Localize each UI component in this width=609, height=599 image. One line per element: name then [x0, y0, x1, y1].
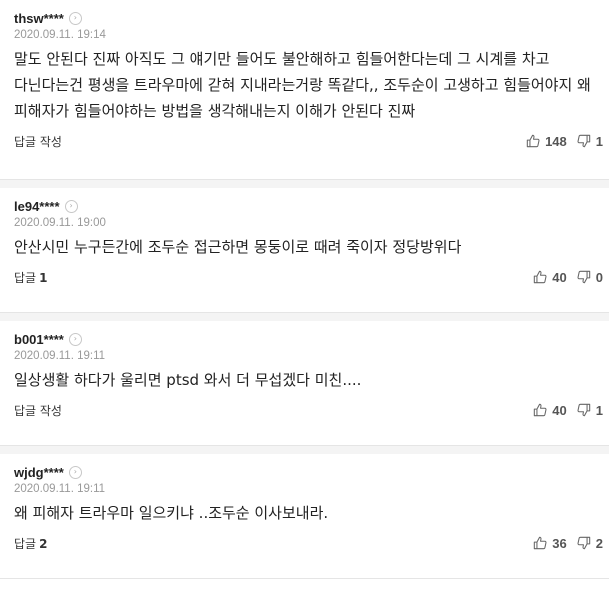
comment-author[interactable]: le94**** [14, 199, 60, 214]
comment-header: thsw**** › [14, 10, 603, 26]
dislike-button[interactable]: 2 [577, 536, 603, 551]
reply-button[interactable]: 답글 1 [14, 269, 47, 286]
reply-button[interactable]: 답글 작성 [14, 402, 65, 419]
dislike-count: 0 [595, 269, 603, 285]
thumbs-down-icon [577, 134, 590, 148]
reply-label: 답글 [14, 270, 37, 285]
thumbs-up-icon [534, 270, 547, 284]
comment-header: wjdg**** › [14, 464, 603, 480]
thumbs-down-icon [577, 403, 590, 417]
chevron-right-icon[interactable]: › [68, 11, 82, 25]
chevron-right-icon[interactable]: › [64, 199, 78, 213]
comment-footer: 답글 작성 40 1 [14, 399, 603, 421]
comment-list: thsw**** › 2020.09.11. 19:14 말도 안된다 진짜 아… [0, 0, 609, 579]
dislike-button[interactable]: 1 [577, 134, 603, 149]
comment-item: b001**** › 2020.09.11. 19:11 일상생활 하다가 울리… [0, 313, 609, 446]
comment-timestamp: 2020.09.11. 19:11 [14, 483, 106, 495]
thumbs-up-icon [534, 403, 547, 417]
dislike-count: 2 [595, 535, 603, 551]
dislike-count: 1 [595, 402, 603, 418]
comment-footer: 답글 1 40 0 [14, 266, 603, 288]
reply-button[interactable]: 답글 작성 [14, 133, 65, 150]
comment-timestamp: 2020.09.11. 19:14 [14, 29, 106, 41]
like-button[interactable]: 148 [526, 134, 567, 149]
thumbs-up-icon [534, 536, 547, 550]
comment-timestamp: 2020.09.11. 19:00 [14, 217, 106, 229]
comment-body: 안산시민 누구든간에 조두순 접근하면 몽둥이로 때려 죽이자 정당방위다 [14, 238, 462, 256]
reply-count: 1 [39, 270, 48, 285]
like-count: 36 [552, 535, 567, 551]
like-count: 148 [545, 133, 567, 149]
vote-group: 148 1 [516, 134, 603, 149]
comment-item: le94**** › 2020.09.11. 19:00 안산시민 누구든간에 … [0, 180, 609, 313]
comment-author[interactable]: wjdg**** [14, 465, 64, 480]
reply-button[interactable]: 답글 2 [14, 535, 47, 552]
comment-header: le94**** › [14, 198, 603, 214]
comment-header: b001**** › [14, 331, 603, 347]
comment-footer: 답글 2 36 2 [14, 532, 603, 554]
chevron-right-icon[interactable]: › [68, 332, 82, 346]
dislike-button[interactable]: 0 [577, 270, 603, 285]
comment-footer: 답글 작성 148 1 [14, 130, 603, 152]
reply-count: 2 [39, 536, 48, 551]
vote-group: 40 0 [523, 270, 603, 285]
comment-author[interactable]: thsw**** [14, 11, 64, 26]
like-button[interactable]: 40 [533, 402, 567, 418]
like-count: 40 [552, 269, 567, 285]
comment-author[interactable]: b001**** [14, 332, 64, 347]
like-button[interactable]: 36 [533, 535, 567, 551]
thumbs-up-icon [526, 134, 540, 148]
thumbs-down-icon [577, 536, 590, 550]
chevron-right-icon[interactable]: › [68, 465, 82, 479]
vote-group: 36 2 [523, 536, 603, 551]
reply-label: 답글 작성 [14, 134, 62, 149]
reply-label: 답글 작성 [14, 403, 62, 418]
comment-body: 왜 피해자 트라우마 일으키냐 ..조두순 이사보내라. [14, 504, 329, 522]
dislike-button[interactable]: 1 [577, 403, 603, 418]
comment-body: 말도 안된다 진짜 아직도 그 얘기만 들어도 불안해하고 힘들어한다는데 그 … [14, 50, 591, 120]
vote-group: 40 1 [523, 403, 603, 418]
comment-body: 일상생활 하다가 울리면 ptsd 와서 더 무섭겠다 미친.... [14, 371, 362, 389]
comment-item: thsw**** › 2020.09.11. 19:14 말도 안된다 진짜 아… [0, 0, 609, 180]
like-button[interactable]: 40 [533, 269, 567, 285]
comment-timestamp: 2020.09.11. 19:11 [14, 350, 106, 362]
comment-item: wjdg**** › 2020.09.11. 19:11 왜 피해자 트라우마 … [0, 446, 609, 579]
thumbs-down-icon [577, 270, 590, 284]
like-count: 40 [552, 402, 567, 418]
dislike-count: 1 [595, 133, 603, 149]
reply-label: 답글 [14, 536, 37, 551]
